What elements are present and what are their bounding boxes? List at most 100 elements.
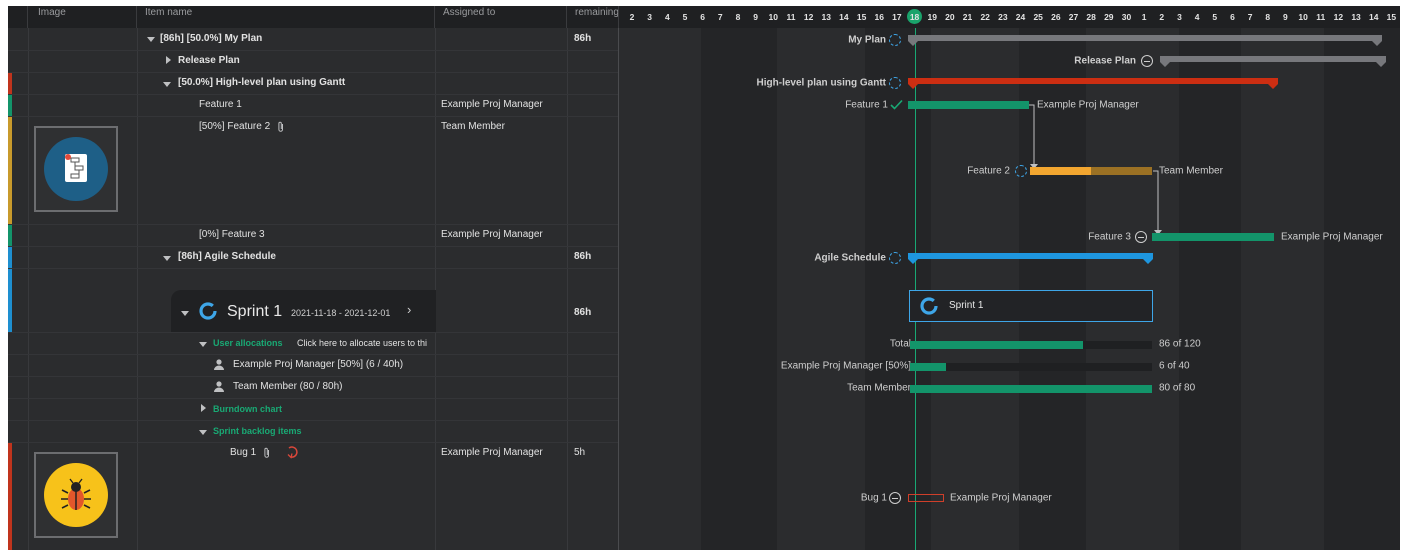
expand-toggle[interactable]: [181, 308, 189, 319]
gantt-label-feature-3: Feature 3: [1088, 231, 1131, 243]
expand-toggle[interactable]: [201, 404, 206, 415]
tree-row-user-allocations[interactable]: User allocations Click here to allocate …: [8, 332, 618, 355]
grid-header: Image Item name Assigned to remaining 23…: [8, 6, 1400, 28]
tree-row-release-plan[interactable]: Release Plan: [8, 50, 618, 73]
timeline-day-label[interactable]: 9: [753, 12, 758, 22]
timeline-day-label[interactable]: 4: [1195, 12, 1200, 22]
timeline-day-label[interactable]: 15: [857, 12, 866, 22]
timeline-day-label[interactable]: 13: [822, 12, 831, 22]
timeline-day-label[interactable]: 5: [683, 12, 688, 22]
chevron-right-icon[interactable]: ›: [407, 302, 411, 317]
feature-image-thumbnail[interactable]: [34, 126, 118, 212]
gantt-bar-feature-2[interactable]: [1030, 167, 1152, 175]
timeline-day-label[interactable]: 25: [1033, 12, 1042, 22]
timeline-day-label[interactable]: 23: [998, 12, 1007, 22]
column-header-assigned-to[interactable]: Assigned to: [435, 6, 567, 28]
timeline-day-label[interactable]: 10: [1298, 12, 1307, 22]
timeline-day-label[interactable]: 17: [892, 12, 901, 22]
tree-row-user-tm[interactable]: Team Member (80 / 80h): [8, 376, 618, 399]
timeline-day-label[interactable]: 19: [927, 12, 936, 22]
tree-row-my-plan[interactable]: [86h] [50.0%] My Plan 86h: [8, 28, 618, 51]
allocate-users-link[interactable]: Click here to allocate users to thi: [297, 338, 435, 348]
tree-row-sprint-1[interactable]: Sprint 1 2021-11-18 - 2021-12-01 › 86h: [8, 268, 618, 333]
item-name: Feature 1: [199, 99, 242, 110]
timeline-day-label[interactable]: 10: [769, 12, 778, 22]
gantt-bar-feature-3[interactable]: [1152, 233, 1274, 241]
timeline-day-label[interactable]: 16: [875, 12, 884, 22]
bug-icon: [44, 463, 108, 527]
tree-row-feature-2[interactable]: [50%] Feature 2 Team Member: [8, 116, 618, 225]
expand-toggle[interactable]: [199, 427, 207, 438]
item-name: Team Member (80 / 80h): [233, 381, 343, 392]
timeline-day-label[interactable]: 9: [1283, 12, 1288, 22]
gantt-bar-bug-1[interactable]: [908, 494, 944, 502]
bug-image-thumbnail[interactable]: [34, 452, 118, 538]
timeline-day-label[interactable]: 3: [1177, 12, 1182, 22]
timeline-day-label[interactable]: 6: [1230, 12, 1235, 22]
expand-toggle[interactable]: [166, 56, 171, 67]
timeline-day-label[interactable]: 14: [839, 12, 848, 22]
attachment-icon[interactable]: [277, 121, 285, 132]
expand-toggle[interactable]: [199, 339, 207, 350]
allocation-bar-total-track: [910, 341, 1152, 349]
timeline-day-label[interactable]: 20: [945, 12, 954, 22]
attachment-icon[interactable]: [263, 447, 271, 458]
tree-row-agile-schedule[interactable]: [86h] Agile Schedule 86h: [8, 246, 618, 269]
expand-toggle[interactable]: [163, 253, 171, 264]
expand-toggle[interactable]: [163, 79, 171, 90]
reopen-arrow-icon: [287, 446, 298, 459]
gantt-assignee-bug-1: Example Proj Manager: [950, 492, 1052, 504]
timeline-day-label[interactable]: 21: [963, 12, 972, 22]
allocation-value-pm: 6 of 40: [1159, 360, 1190, 372]
timeline-day-label[interactable]: 1: [1142, 12, 1147, 22]
assigned-to: Team Member: [441, 121, 505, 132]
timeline-day-label[interactable]: 30: [1122, 12, 1131, 22]
allocation-value-total: 86 of 120: [1159, 338, 1201, 350]
timeline-day-label[interactable]: 26: [1051, 12, 1060, 22]
timeline-day-label[interactable]: 8: [736, 12, 741, 22]
column-header-item-name[interactable]: Item name: [137, 6, 435, 28]
timeline-day-label[interactable]: 15: [1387, 12, 1396, 22]
tree-row-high-level-plan[interactable]: [50.0%] High-level plan using Gantt: [8, 72, 618, 95]
timeline-day-label[interactable]: 14: [1369, 12, 1378, 22]
sprint-header-card[interactable]: Sprint 1 2021-11-18 - 2021-12-01 ›: [171, 290, 436, 332]
timeline-day-label[interactable]: 2: [630, 12, 635, 22]
timeline-day-label[interactable]: 18: [910, 12, 919, 22]
gantt-sprint-1-box[interactable]: Sprint 1: [909, 290, 1153, 322]
timeline-day-label[interactable]: 12: [1334, 12, 1343, 22]
tree-row-sprint-backlog[interactable]: Sprint backlog items: [8, 420, 618, 443]
timeline-day-label[interactable]: 27: [1069, 12, 1078, 22]
timeline-day-label[interactable]: 7: [718, 12, 723, 22]
gantt-assignee-feature-2: Team Member: [1159, 165, 1223, 177]
minus-circle-icon[interactable]: [1135, 231, 1147, 243]
timeline-day-label[interactable]: 24: [1016, 12, 1025, 22]
timeline-day-label[interactable]: 22: [980, 12, 989, 22]
expand-toggle[interactable]: [147, 34, 155, 45]
timeline-day-label[interactable]: 7: [1248, 12, 1253, 22]
timeline-day-label[interactable]: 28: [1086, 12, 1095, 22]
tree-row-bug-1[interactable]: Bug 1 Example Proj Manager 5h: [8, 442, 618, 550]
column-header-image[interactable]: Image: [28, 6, 137, 28]
timeline-day-label[interactable]: 3: [647, 12, 652, 22]
item-name: Example Proj Manager [50%] (6 / 40h): [233, 359, 404, 370]
gantt-label-bug-1: Bug 1: [860, 492, 887, 504]
tree-row-user-pm[interactable]: Example Proj Manager [50%] (6 / 40h): [8, 354, 618, 377]
timeline-day-label[interactable]: 4: [665, 12, 670, 22]
minus-circle-icon[interactable]: [889, 492, 901, 504]
timeline-day-label[interactable]: 11: [786, 12, 795, 22]
timeline-day-label[interactable]: 12: [804, 12, 813, 22]
timeline-day-label[interactable]: 5: [1212, 12, 1217, 22]
gantt-chart-area[interactable]: My Plan Release Plan High-level plan usi…: [619, 28, 1400, 550]
tree-row-burndown[interactable]: Burndown chart: [8, 398, 618, 421]
timeline-day-label[interactable]: 29: [1104, 12, 1113, 22]
column-header-remaining[interactable]: remaining: [567, 6, 619, 28]
timeline-day-label[interactable]: 13: [1351, 12, 1360, 22]
tree-row-feature-3[interactable]: [0%] Feature 3 Example Proj Manager: [8, 224, 618, 247]
timeline-day-label[interactable]: 6: [700, 12, 705, 22]
timeline-day-label[interactable]: 11: [1316, 12, 1325, 22]
allocation-label-tm: Team Member: [847, 382, 911, 394]
timeline-day-label[interactable]: 2: [1159, 12, 1164, 22]
timeline-day-label[interactable]: 8: [1265, 12, 1270, 22]
gantt-bar-agile-schedule[interactable]: [908, 253, 1153, 265]
tree-row-feature-1[interactable]: Feature 1 Example Proj Manager: [8, 94, 618, 117]
